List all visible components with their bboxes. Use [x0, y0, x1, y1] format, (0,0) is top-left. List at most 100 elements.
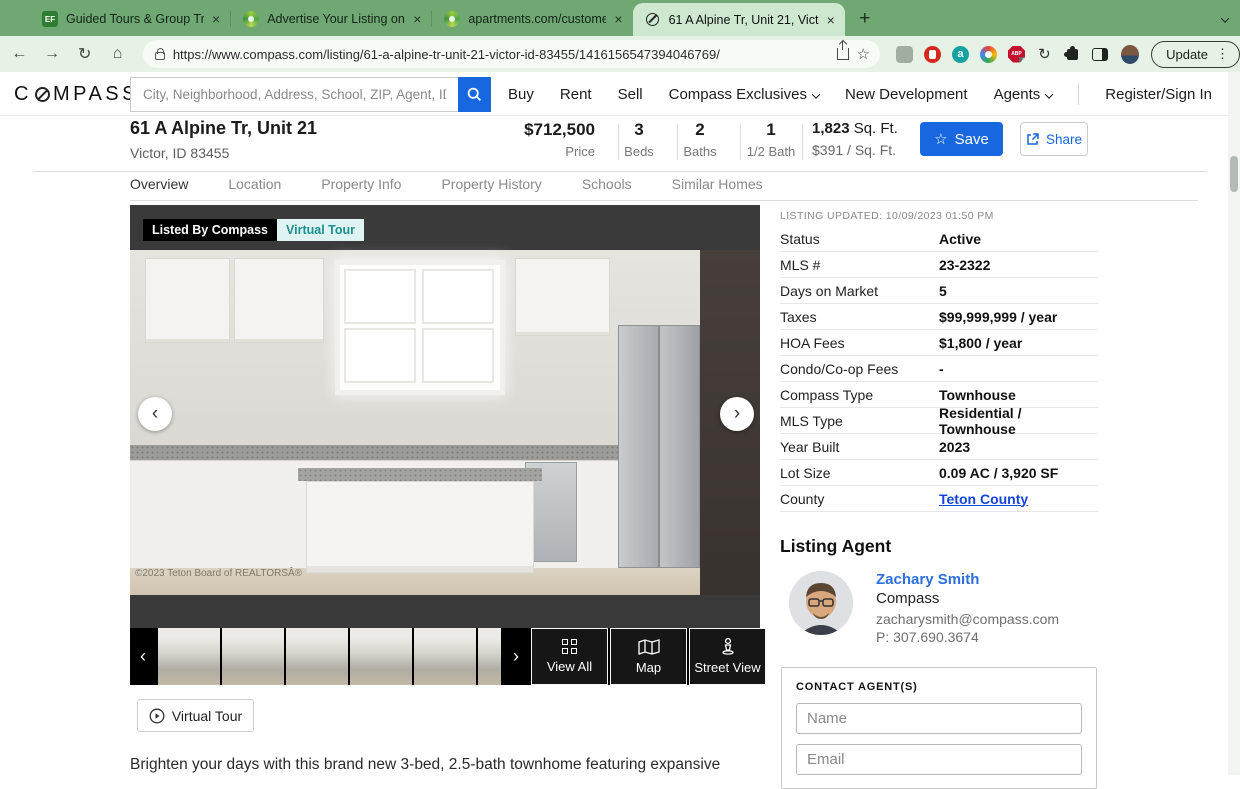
- tab-overview[interactable]: Overview: [130, 176, 188, 200]
- browser-tab-guided-tours[interactable]: EF Guided Tours & Group Travel T ×: [30, 2, 230, 36]
- tab-location[interactable]: Location: [228, 176, 281, 200]
- photo-thumbnail[interactable]: [222, 628, 284, 685]
- fact-row-mls: MLS #23-2322: [780, 252, 1098, 278]
- fact-row-days-on-market: Days on Market5: [780, 278, 1098, 304]
- reload-button[interactable]: ↻: [71, 40, 98, 68]
- listing-city-state-zip: Victor, ID 83455: [130, 145, 229, 161]
- scrollbar-thumb[interactable]: [1230, 156, 1238, 192]
- agent-email[interactable]: zacharysmith@compass.com: [876, 611, 1059, 627]
- photo-thumbnail[interactable]: [414, 628, 476, 685]
- nav-compass-exclusives[interactable]: Compass Exclusives: [669, 86, 819, 103]
- nav-agents[interactable]: Agents: [994, 86, 1053, 103]
- carousel-prev-button[interactable]: ‹: [138, 397, 172, 431]
- photo-thumbnail[interactable]: [478, 628, 501, 685]
- carousel-next-button[interactable]: ›: [720, 397, 754, 431]
- virtual-tour-button[interactable]: Virtual Tour: [137, 699, 254, 732]
- fact-row-taxes: Taxes$99,999,999 / year: [780, 304, 1098, 330]
- listed-by-compass-badge: Listed By Compass: [143, 219, 277, 241]
- listing-facts-table: StatusActive MLS #23-2322 Days on Market…: [780, 226, 1098, 512]
- photo-thumbnail[interactable]: [350, 628, 412, 685]
- photo-thumbnail[interactable]: [158, 628, 220, 685]
- agent-name-link[interactable]: Zachary Smith: [876, 571, 979, 588]
- tab-similar-homes[interactable]: Similar Homes: [672, 176, 763, 200]
- contact-agents-heading: CONTACT AGENT(S): [796, 681, 1082, 693]
- extensions-puzzle-icon[interactable]: [1064, 46, 1081, 63]
- url-text[interactable]: https://www.compass.com/listing/61-a-alp…: [173, 47, 829, 62]
- update-label: Update: [1166, 47, 1208, 62]
- baths-stat: 2 Baths: [679, 120, 721, 159]
- photo-thumbnail[interactable]: [286, 628, 348, 685]
- nav-new-development[interactable]: New Development: [845, 86, 968, 103]
- search-icon: [467, 87, 482, 102]
- tab-property-info[interactable]: Property Info: [321, 176, 401, 200]
- thumbnails-prev-button[interactable]: ‹: [130, 628, 156, 685]
- play-icon: [149, 708, 165, 724]
- share-button[interactable]: Share: [1020, 122, 1088, 156]
- star-icon: ☆: [934, 130, 947, 148]
- map-button[interactable]: Map: [610, 628, 687, 685]
- compass-logo[interactable]: CMPASS: [14, 83, 139, 106]
- tab-search-chevron-icon[interactable]: [1216, 10, 1228, 28]
- abp-extension-icon[interactable]: ABP1: [1008, 46, 1025, 63]
- section-divider: [33, 171, 1207, 172]
- contact-name-input[interactable]: [796, 703, 1082, 734]
- half-bath-stat: 1 1/2 Bath: [742, 120, 800, 159]
- agent-avatar[interactable]: [789, 571, 853, 635]
- virtual-tour-badge[interactable]: Virtual Tour: [277, 219, 364, 241]
- street-view-button[interactable]: Street View: [689, 628, 766, 685]
- nav-buy[interactable]: Buy: [508, 86, 534, 103]
- back-button[interactable]: ←: [6, 40, 33, 68]
- browser-profile-avatar[interactable]: [1121, 45, 1139, 64]
- bookmark-star-icon[interactable]: ☆: [857, 45, 870, 63]
- browser-tab-advertise-listing[interactable]: Advertise Your Listing on the A ×: [231, 2, 431, 36]
- fact-row-hoa-fees: HOA Fees$1,800 / year: [780, 330, 1098, 356]
- logo-text-rest: MPASS: [53, 83, 139, 106]
- page-scrollbar[interactable]: [1228, 72, 1240, 775]
- save-button[interactable]: ☆ Save: [920, 122, 1003, 156]
- new-tab-button[interactable]: +: [851, 5, 879, 33]
- browser-tab-apartments[interactable]: apartments.com/customers/lis ×: [432, 2, 632, 36]
- compass-favicon: [645, 12, 661, 28]
- listing-updated-label: LISTING UPDATED: 10/09/2023 01:50 PM: [780, 210, 994, 222]
- search-input[interactable]: [130, 77, 458, 112]
- kebab-menu-icon[interactable]: ⋮: [1216, 46, 1229, 62]
- share-page-icon[interactable]: [837, 48, 849, 60]
- beds-stat: 3 Beds: [620, 120, 658, 159]
- lock-icon[interactable]: [155, 52, 165, 60]
- close-icon[interactable]: ×: [413, 12, 421, 26]
- extension-icon-gray[interactable]: [896, 46, 913, 63]
- home-button[interactable]: ⌂: [104, 40, 131, 68]
- stat-divider: [618, 124, 619, 160]
- contact-email-input[interactable]: [796, 744, 1082, 775]
- tab-title: Advertise Your Listing on the A: [267, 12, 405, 26]
- kitchen-photo-scene: [130, 250, 760, 595]
- close-icon[interactable]: ×: [212, 12, 220, 26]
- forward-button[interactable]: →: [39, 40, 66, 68]
- adblock-hand-icon[interactable]: [924, 46, 941, 63]
- side-panel-icon[interactable]: [1092, 46, 1109, 63]
- main-listing-photo[interactable]: Listed By Compass Virtual Tour ‹ › ©2023…: [130, 205, 760, 595]
- view-all-button[interactable]: View All: [531, 628, 608, 685]
- search-button[interactable]: [458, 77, 491, 112]
- extension-a-icon[interactable]: a: [952, 46, 969, 63]
- google-extension-icon[interactable]: [980, 46, 997, 63]
- close-icon[interactable]: ×: [614, 12, 622, 26]
- tab-property-history[interactable]: Property History: [441, 176, 541, 200]
- nav-sell[interactable]: Sell: [618, 86, 643, 103]
- county-link[interactable]: Teton County: [939, 491, 1028, 507]
- agent-photo: [789, 571, 853, 635]
- sync-extension-icon[interactable]: ↻: [1036, 46, 1053, 63]
- nav-rent[interactable]: Rent: [560, 86, 592, 103]
- tab-schools[interactable]: Schools: [582, 176, 632, 200]
- nav-register-sign-in[interactable]: Register/Sign In: [1105, 86, 1212, 103]
- fact-row-year-built: Year Built2023: [780, 434, 1098, 460]
- chrome-update-button[interactable]: Update ⋮: [1151, 41, 1240, 68]
- thumbnails-next-button[interactable]: ›: [503, 628, 529, 685]
- stat-divider: [740, 124, 741, 160]
- chevron-down-icon: [1045, 90, 1053, 98]
- listing-description: Brighten your days with this brand new 3…: [130, 756, 762, 774]
- close-icon[interactable]: ×: [827, 13, 835, 27]
- browser-tab-active-compass[interactable]: 61 A Alpine Tr, Unit 21, Victor, ×: [633, 3, 845, 36]
- stat-divider: [677, 124, 678, 160]
- address-bar[interactable]: https://www.compass.com/listing/61-a-alp…: [143, 40, 880, 68]
